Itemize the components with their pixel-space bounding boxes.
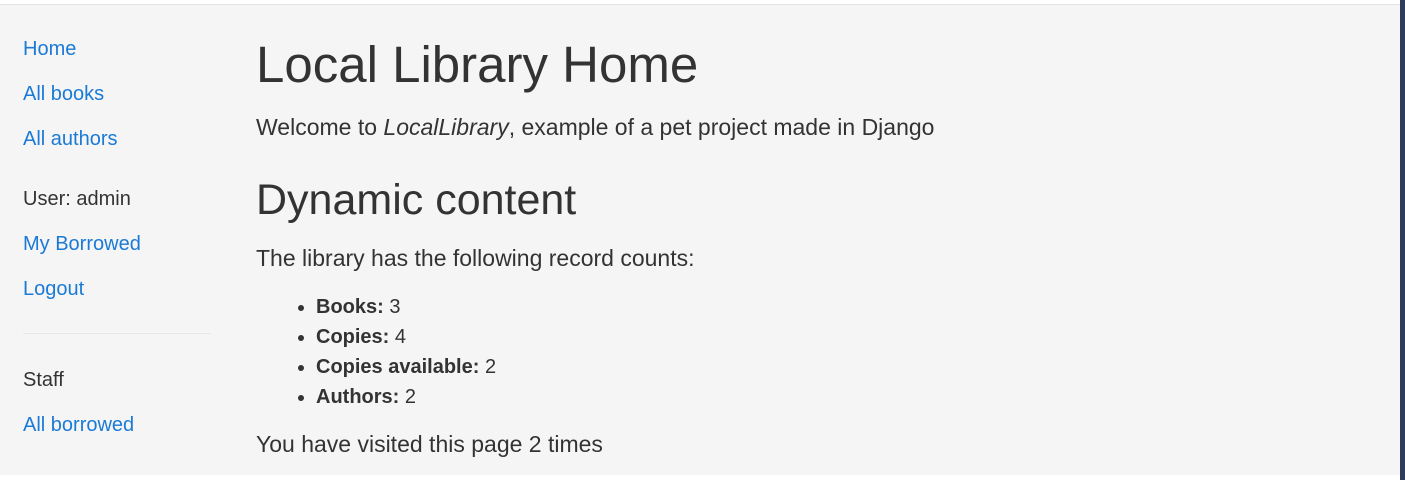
page-title: Local Library Home (256, 36, 699, 93)
welcome-text: Welcome to LocalLibrary, example of a pe… (256, 113, 934, 141)
visit-count-text: You have visited this page 2 times (256, 431, 603, 457)
section-title: Dynamic content (256, 176, 577, 224)
welcome-brand: LocalLibrary (383, 114, 509, 140)
count-value: 3 (389, 296, 401, 318)
count-value: 2 (404, 386, 417, 408)
count-value: 4 (394, 326, 407, 348)
sidebar-link-all-borrowed[interactable]: All borrowed (23, 413, 134, 437)
sidebar-divider (23, 333, 211, 334)
sidebar-staff-label: Staff (23, 369, 64, 391)
record-counts-intro: The library has the following record cou… (256, 245, 695, 271)
sidebar-link-my-borrowed[interactable]: My Borrowed (23, 232, 141, 256)
window-right-edge (1400, 0, 1405, 480)
page-body: Home All books All authors User: admin M… (0, 5, 1400, 475)
bullet-icon (298, 335, 304, 341)
count-label: Copies: (316, 326, 390, 348)
count-label: Books: (316, 296, 384, 318)
window-bottom-strip (0, 475, 1400, 480)
sidebar-link-logout[interactable]: Logout (23, 277, 84, 301)
sidebar-link-home[interactable]: Home (23, 37, 76, 61)
count-label: Authors: (316, 386, 400, 408)
sidebar-user-label: User: admin (23, 188, 131, 210)
count-value: 2 (484, 356, 497, 378)
count-item-copies-available: Copies available: 2 (298, 352, 496, 382)
sidebar-link-all-books[interactable]: All books (23, 82, 104, 106)
welcome-prefix: Welcome to (256, 114, 384, 140)
record-counts-list: Books: 3 Copies: 4 Copies available: 2 A… (298, 292, 496, 412)
bullet-icon (298, 395, 304, 401)
count-label: Copies available: (316, 356, 480, 378)
count-item-books: Books: 3 (298, 292, 496, 322)
welcome-suffix: , example of a pet project made in Djang… (508, 114, 935, 140)
bullet-icon (298, 365, 304, 371)
sidebar-link-all-authors[interactable]: All authors (23, 127, 118, 151)
count-item-copies: Copies: 4 (298, 322, 496, 352)
count-item-authors: Authors: 2 (298, 382, 496, 412)
bullet-icon (298, 305, 304, 311)
